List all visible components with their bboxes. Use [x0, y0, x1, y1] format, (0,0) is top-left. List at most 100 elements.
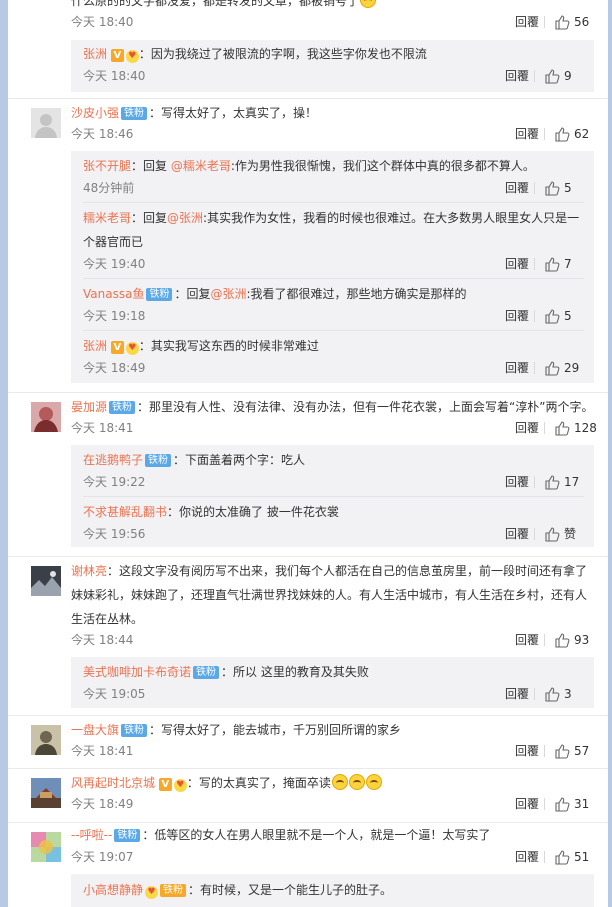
avatar[interactable] — [31, 725, 61, 755]
heart-badge-icon: ♥ — [173, 779, 187, 792]
comment-panel: 什么原的的文字都没爱，都是转发的文章，都被销号了 今天 18:40 回覆 56 … — [8, 0, 608, 907]
reply-text: 不求甚解乱翻书：你说的太准确了 披一件花衣裳 — [83, 505, 339, 519]
avatar[interactable] — [31, 778, 61, 808]
reply-button[interactable]: 回覆 — [515, 12, 539, 32]
reply-button[interactable]: 回覆 — [515, 630, 539, 650]
avatar[interactable] — [31, 402, 61, 432]
like-count: 57 — [574, 744, 590, 758]
crying-emoji-icon — [348, 774, 365, 790]
reply-time: 今天 19:22 — [83, 475, 146, 489]
comment-text: 沙皮小强 铁粉 ：写得太好了，太真实了，操！ — [71, 106, 318, 120]
like-count: 赞 — [564, 527, 577, 541]
avatar[interactable] — [31, 832, 61, 862]
thumbs-up-icon — [545, 527, 560, 542]
like-count: 93 — [574, 633, 590, 647]
reply-button[interactable]: 回覆 — [505, 254, 529, 274]
thumbs-up-icon — [545, 69, 560, 84]
like-count: 29 — [564, 361, 580, 375]
avatar[interactable] — [31, 108, 61, 138]
heart-badge-icon: ♥ — [125, 342, 139, 355]
mention-link[interactable]: @张洲 — [167, 211, 203, 225]
reply-time: 今天 19:05 — [83, 687, 146, 701]
username[interactable]: 张洲 — [83, 47, 107, 61]
username[interactable]: Vanassa鱼 — [83, 287, 144, 301]
username[interactable]: 风再起时北京城 — [71, 776, 155, 790]
thumbs-up-icon — [555, 797, 570, 812]
reply-button[interactable]: 回覆 — [515, 847, 539, 867]
reply-time: 今天 19:18 — [83, 309, 146, 323]
comment-time: 今天 18:41 — [71, 744, 134, 758]
fan-badge: 铁粉 — [121, 107, 148, 120]
like-count: 7 — [564, 257, 572, 271]
verified-v-icon: V — [110, 49, 124, 62]
mention-link[interactable]: @张洲 — [210, 287, 246, 301]
fan-badge: 铁粉 — [114, 829, 141, 842]
username[interactable]: 美式咖啡加卡布奇诺 — [83, 665, 191, 679]
thumbs-up-icon — [555, 850, 570, 865]
reply-box: 张洲 V ♥ ：因为我绕过了被限流的字啊，我这些字你发也不限流 今天 18:40 回… — [71, 40, 594, 92]
reply-button[interactable]: 回覆 — [505, 178, 529, 198]
reply-text: 张洲 V ♥ ：其实我写这东西的时候非常难过 — [83, 339, 319, 355]
comment-item: 一盘大旗 铁粉 ：写得太好了，能去城市，千万别回所谓的家乡 今天 18:41 回覆 … — [8, 715, 608, 767]
like-count: 17 — [564, 475, 580, 489]
reply-button[interactable]: 回覆 — [515, 418, 539, 438]
username[interactable]: --呼啦-- — [71, 828, 112, 842]
fan-badge: 铁粉 — [121, 724, 148, 737]
reply-button[interactable]: 回覆 — [505, 472, 529, 492]
like-count: 56 — [574, 15, 590, 29]
emoji-icon — [360, 0, 377, 8]
username[interactable]: 晏加源 — [71, 400, 107, 414]
reply-button[interactable]: 回覆 — [515, 124, 539, 144]
verified-v-icon: V — [110, 341, 124, 354]
reply-button[interactable]: 回覆 — [505, 66, 529, 86]
fan-badge: 铁粉 — [193, 666, 220, 679]
reply-button[interactable]: 回覆 — [515, 794, 539, 814]
like-count: 31 — [574, 797, 590, 811]
reply-text: 糯米老哥：回复@张洲:其实我作为女性，我看的时候也很难过。在大多数男人眼里女人只… — [83, 211, 580, 249]
reply-button[interactable]: 回覆 — [505, 306, 529, 326]
comment-time: 今天 18:41 — [71, 421, 134, 435]
fan-badge: 铁粉 — [160, 884, 187, 897]
username[interactable]: 小高想静静 — [83, 883, 143, 897]
reply-text: 美式咖啡加卡布奇诺 铁粉 ：所以 这里的教育及其失败 — [83, 665, 369, 679]
comment-item: 风再起时北京城 V ♥ ：写的太真实了，掩面卒读 今天 18:49 回覆 31 — [8, 768, 608, 820]
username[interactable]: 谢林亮 — [71, 564, 107, 578]
reply-button[interactable]: 回覆 — [505, 524, 529, 544]
username[interactable]: 糯米老哥 — [83, 211, 131, 225]
thumbs-up-icon — [545, 475, 560, 490]
thumbs-up-icon — [545, 361, 560, 376]
crying-emoji-icon — [365, 774, 382, 790]
reply-box: 小高想静静 ♥ 铁粉 ：有时候，又是一个能生儿子的肚子。 — [71, 874, 594, 907]
comment-text: 谢林亮：这段文字没有阅历写不出来，我们每个人都活在自己的信息茧房里，前一段时间还… — [71, 564, 588, 626]
like-count: 51 — [574, 850, 590, 864]
comment-item: 沙皮小强 铁粉 ：写得太好了，太真实了，操！ 今天 18:46 回覆 62 张不开腿… — [8, 98, 608, 388]
comment-text: 风再起时北京城 V ♥ ：写的太真实了，掩面卒读 — [71, 771, 594, 795]
reply-time: 今天 19:56 — [83, 527, 146, 541]
username[interactable]: 在逃鹅鸭子 — [83, 453, 143, 467]
thumbs-up-icon — [545, 687, 560, 702]
comment-meta: 今天 18:40 回覆 56 — [71, 12, 594, 32]
reply-button[interactable]: 回覆 — [505, 358, 529, 378]
reply-button[interactable]: 回覆 — [505, 684, 529, 704]
reply-text: 小高想静静 ♥ 铁粉 ：有时候，又是一个能生儿子的肚子。 — [83, 883, 393, 899]
username[interactable]: 张洲 — [83, 339, 107, 353]
username[interactable]: 不求甚解乱翻书 — [83, 505, 167, 519]
fan-badge: 铁粉 — [145, 454, 172, 467]
comment-item: 什么原的的文字都没爱，都是转发的文章，都被销号了 今天 18:40 回覆 56 … — [8, 0, 608, 100]
comment-text: --呼啦-- 铁粉 ：低等区的女人在男人眼里就不是一个人，就是一个逼！太写实了 — [71, 828, 491, 842]
reply-button[interactable]: 回覆 — [515, 741, 539, 761]
reply-time: 今天 18:40 — [83, 69, 146, 83]
mention-link[interactable]: @糯米老哥 — [171, 159, 231, 173]
like-count: 128 — [574, 421, 597, 435]
heart-badge-icon: ♥ — [125, 50, 139, 63]
like-count: 5 — [564, 181, 572, 195]
fan-badge: 铁粉 — [109, 401, 136, 414]
fan-badge: 铁粉 — [146, 288, 173, 301]
username[interactable]: 一盘大旗 — [71, 723, 119, 737]
avatar[interactable] — [31, 566, 61, 596]
username[interactable]: 沙皮小强 — [71, 106, 119, 120]
comment-item: 晏加源 铁粉 ：那里没有人性、没有法律、没有办法，但有一件花衣裳，上面会写着“淳朴”… — [8, 392, 608, 552]
reply-time: 今天 18:49 — [83, 361, 146, 375]
thumbs-up-icon — [555, 633, 570, 648]
username[interactable]: 张不开腿 — [83, 159, 131, 173]
